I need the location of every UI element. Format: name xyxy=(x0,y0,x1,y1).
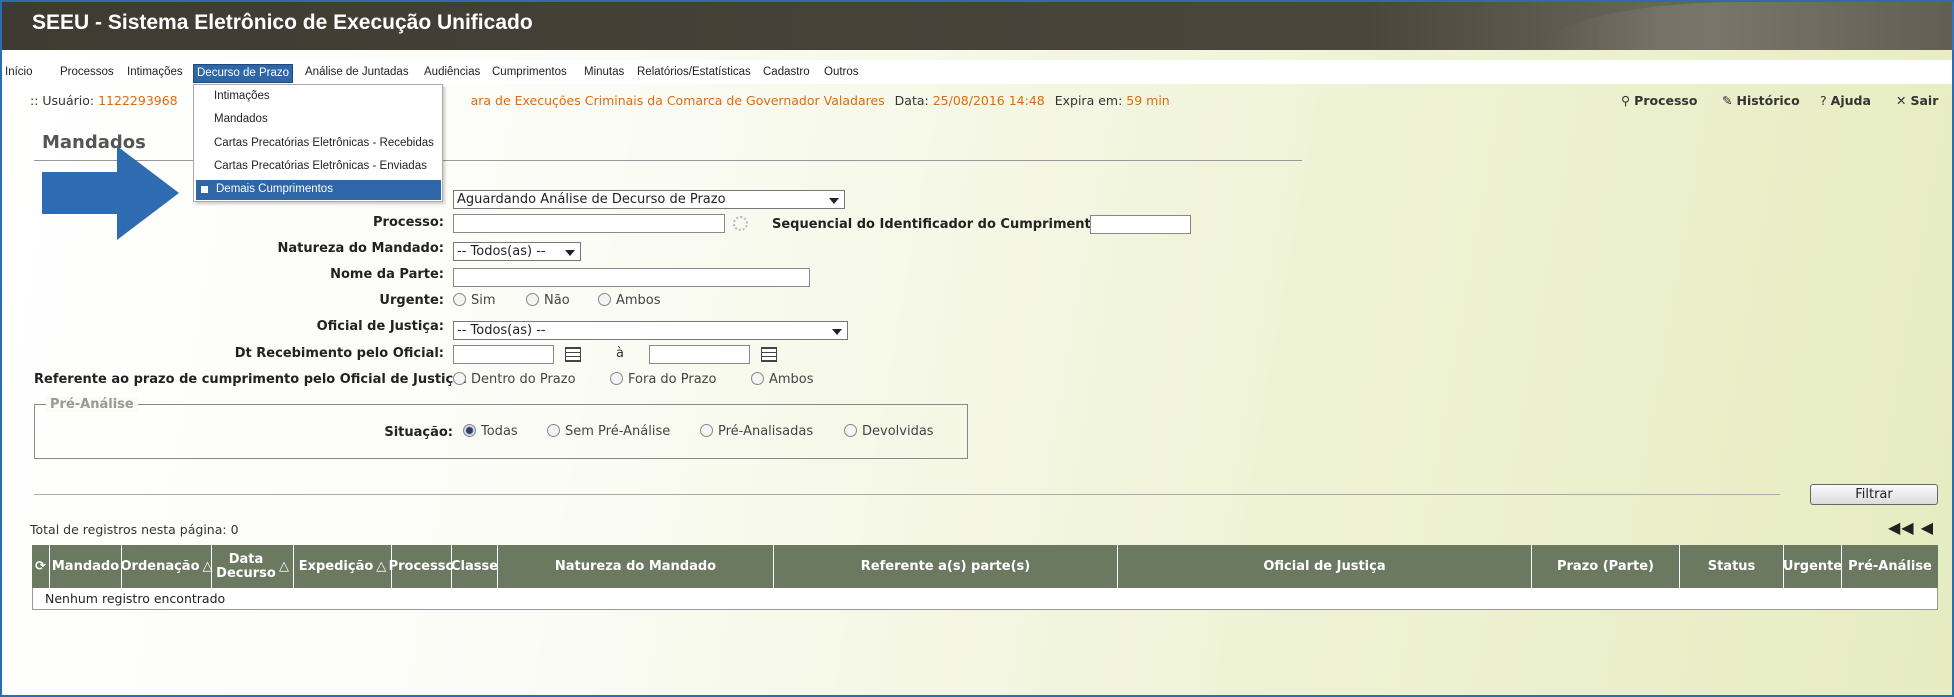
empty-message: Nenhum registro encontrado xyxy=(45,591,226,606)
menu-cumprimentos[interactable]: Cumprimentos xyxy=(489,64,570,83)
col-status[interactable]: Status xyxy=(1680,545,1784,588)
date-value: 25/08/2016 14:48 xyxy=(932,93,1045,108)
decurso-dropdown-menu: Intimações Mandados Cartas Precatórias E… xyxy=(193,84,443,202)
table-header: ⟳ Mandado Ordenação △ Data Decurso △ Exped… xyxy=(32,545,1938,588)
pencil-icon: ✎ xyxy=(1722,93,1733,108)
oficial-label: Oficial de Justiça: xyxy=(316,319,444,334)
dropdown-item-cp-enviadas[interactable]: Cartas Precatórias Eletrônicas - Enviada… xyxy=(214,160,427,172)
dt-to-input[interactable] xyxy=(649,345,750,364)
col-data-decurso[interactable]: Data Decurso △ xyxy=(212,545,294,588)
org-value: ara de Execuções Criminais da Comarca de… xyxy=(470,93,885,108)
menu-inicio[interactable]: Início xyxy=(2,64,36,83)
app-title: SEEU - Sistema Eletrônico de Execução Un… xyxy=(32,11,533,34)
menu-intimacoes[interactable]: Intimações xyxy=(124,64,186,83)
date-range-separator: à xyxy=(616,346,624,361)
col-processo[interactable]: Processo xyxy=(389,545,454,588)
calendar-icon[interactable] xyxy=(565,347,581,362)
processo-label: Processo: xyxy=(373,215,444,230)
bullet-icon xyxy=(201,186,208,193)
date-label: Data: xyxy=(894,93,929,108)
situacao-devolvidas-radio[interactable]: Devolvidas xyxy=(844,424,934,439)
dropdown-item-cp-recebidas[interactable]: Cartas Precatórias Eletrônicas - Recebid… xyxy=(214,137,434,149)
ajuda-link[interactable]: ? Ajuda xyxy=(1820,93,1871,108)
pre-analise-legend: Pré-Análise xyxy=(46,397,138,412)
urgente-ambos-radio[interactable]: Ambos xyxy=(598,293,661,308)
urgente-label: Urgente: xyxy=(379,293,444,308)
first-page-icon[interactable]: ◀◀ xyxy=(1888,518,1915,537)
sequencial-input[interactable] xyxy=(1090,215,1191,234)
col-classe[interactable]: Classe xyxy=(451,545,498,588)
chevron-down-icon xyxy=(832,329,842,335)
help-icon: ? xyxy=(1820,93,1827,108)
nome-parte-label: Nome da Parte: xyxy=(330,267,444,282)
situacao-todas-radio[interactable]: Todas xyxy=(463,424,518,439)
situacao-pre-analisadas-radio[interactable]: Pré-Analisadas xyxy=(700,424,813,439)
situacao-sem-pre-analise-radio[interactable]: Sem Pré-Análise xyxy=(547,424,670,439)
processo-link[interactable]: ⚲ Processo xyxy=(1621,93,1697,108)
col-prazo[interactable]: Prazo (Parte) xyxy=(1532,545,1680,588)
sort-icon: △ xyxy=(376,558,387,574)
prazo-ambos-radio[interactable]: Ambos xyxy=(751,372,814,387)
close-icon: ✕ xyxy=(1896,93,1907,108)
processo-input[interactable] xyxy=(453,214,725,233)
dt-recebimento-label: Dt Recebimento pelo Oficial: xyxy=(234,346,444,361)
pager: ◀◀ ◀ xyxy=(1888,518,1934,537)
col-natureza[interactable]: Natureza do Mandado xyxy=(498,545,774,588)
user-label: :: Usuário: xyxy=(30,93,95,108)
dropdown-item-demais-cumprimentos[interactable]: Demais Cumprimentos xyxy=(196,180,441,200)
natureza-select[interactable]: -- Todos(as) -- xyxy=(453,242,581,261)
main-menu xyxy=(2,60,1952,84)
historico-link[interactable]: ✎ Histórico xyxy=(1722,93,1800,108)
expires-value: 59 min xyxy=(1126,93,1170,108)
dt-from-input[interactable] xyxy=(453,345,554,364)
menu-analise-de-juntadas[interactable]: Análise de Juntadas xyxy=(302,64,412,83)
nome-parte-input[interactable] xyxy=(453,268,810,287)
filter-button[interactable]: Filtrar xyxy=(1810,484,1938,505)
chevron-down-icon xyxy=(829,198,839,204)
dropdown-item-mandados[interactable]: Mandados xyxy=(214,113,268,125)
total-records-label: Total de registros nesta página: 0 xyxy=(30,522,239,537)
oficial-select[interactable]: -- Todos(as) -- xyxy=(453,321,848,340)
divider xyxy=(34,494,1780,495)
situacao-label: Situação: xyxy=(384,425,453,440)
sequencial-label: Sequencial do Identificador do Cumprimen… xyxy=(772,217,1105,232)
expires-label: Expira em: xyxy=(1054,93,1123,108)
loading-icon xyxy=(733,216,748,231)
calendar-icon[interactable] xyxy=(761,347,777,362)
menu-processos[interactable]: Processos xyxy=(57,64,117,83)
menu-decurso-de-prazo[interactable]: Decurso de Prazo xyxy=(193,64,294,83)
prazo-fora-radio[interactable]: Fora do Prazo xyxy=(610,372,716,387)
col-ordenacao[interactable]: Ordenação △ xyxy=(120,545,213,588)
col-oficial[interactable]: Oficial de Justiça xyxy=(1118,545,1532,588)
menu-outros[interactable]: Outros xyxy=(821,64,862,83)
sair-link[interactable]: ✕ Sair xyxy=(1896,93,1938,108)
title-bar: SEEU - Sistema Eletrônico de Execução Un… xyxy=(2,2,1954,50)
table-body: Nenhum registro encontrado xyxy=(32,588,1938,610)
col-urgente[interactable]: Urgente xyxy=(1783,545,1842,588)
prazo-label: Referente ao prazo de cumprimento pelo O… xyxy=(34,372,468,387)
refresh-icon[interactable]: ⟳ xyxy=(32,545,50,588)
col-pre-analise[interactable]: Pré-Análise xyxy=(1842,545,1938,588)
col-referente[interactable]: Referente a(s) parte(s) xyxy=(774,545,1118,588)
menu-relatorios[interactable]: Relatórios/Estatísticas xyxy=(634,64,754,83)
dropdown-item-intimacoes[interactable]: Intimações xyxy=(214,90,270,102)
title-decoration xyxy=(1542,2,1954,50)
prev-page-icon[interactable]: ◀ xyxy=(1921,518,1934,537)
urgente-sim-radio[interactable]: Sim xyxy=(453,293,496,308)
chevron-down-icon xyxy=(565,250,575,256)
sort-icon: △ xyxy=(279,558,289,574)
user-value: 1122293968 xyxy=(98,93,178,108)
col-expedicao[interactable]: Expedição △ xyxy=(294,545,392,588)
status-select[interactable]: Aguardando Análise de Decurso de Prazo xyxy=(453,190,845,209)
col-mandado[interactable]: Mandado xyxy=(50,545,122,588)
search-icon: ⚲ xyxy=(1621,93,1631,108)
prazo-dentro-radio[interactable]: Dentro do Prazo xyxy=(453,372,576,387)
menu-minutas[interactable]: Minutas xyxy=(581,64,627,83)
urgente-nao-radio[interactable]: Não xyxy=(526,293,570,308)
natureza-label: Natureza do Mandado: xyxy=(277,241,444,256)
arrow-icon xyxy=(42,146,179,240)
menu-cadastro[interactable]: Cadastro xyxy=(760,64,813,83)
menu-audiencias[interactable]: Audiências xyxy=(421,64,483,83)
